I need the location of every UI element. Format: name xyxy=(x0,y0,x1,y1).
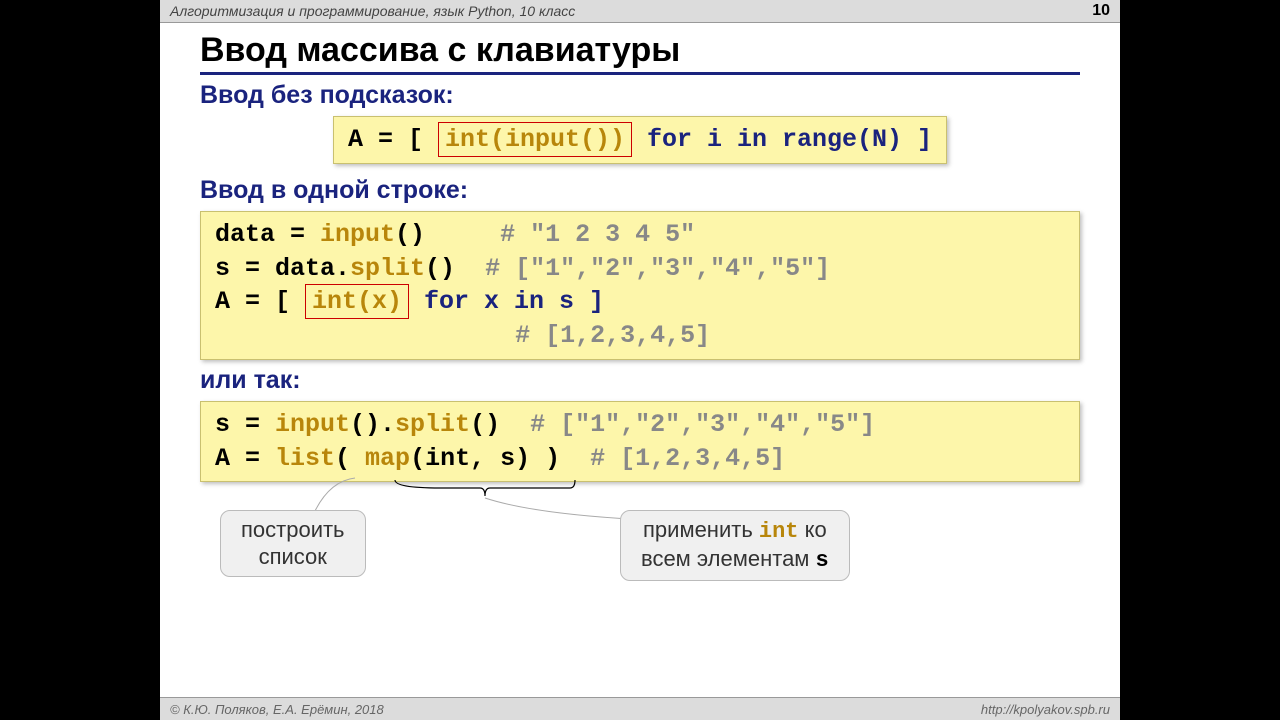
code-block-1: A = [ int(input()) for i in range(N) ] xyxy=(333,116,947,164)
highlighted-expr-1: int(input()) xyxy=(445,125,625,154)
course-label: Алгоритмизация и программирование, язык … xyxy=(170,3,575,19)
slide: Алгоритмизация и программирование, язык … xyxy=(160,0,1120,720)
callout-list: построить список xyxy=(220,510,366,577)
callouts: построить список применить int ко всем э… xyxy=(200,488,1080,588)
content: Ввод массива с клавиатуры Ввод без подск… xyxy=(160,23,1120,588)
footer-url: http://kpolyakov.spb.ru xyxy=(981,702,1110,717)
code-block-2: data = input() # "1 2 3 4 5" s = data.sp… xyxy=(200,211,1080,360)
page-number: 10 xyxy=(1092,2,1110,20)
slide-title: Ввод массива с клавиатуры xyxy=(200,31,1080,75)
header-bar: Алгоритмизация и программирование, язык … xyxy=(160,0,1120,23)
code-block-3: s = input().split() # ["1","2","3","4","… xyxy=(200,401,1080,483)
section2-heading: Ввод в одной строке: xyxy=(200,176,1080,205)
highlighted-expr-2: int(x) xyxy=(312,287,402,316)
brace-icon xyxy=(390,478,580,498)
section1-heading: Ввод без подсказок: xyxy=(200,81,1080,110)
callout-map: применить int ко всем элементам s xyxy=(620,510,850,581)
footer-bar: © К.Ю. Поляков, Е.А. Ерёмин, 2018 http:/… xyxy=(160,697,1120,720)
section3-heading: или так: xyxy=(200,366,1080,395)
copyright: © К.Ю. Поляков, Е.А. Ерёмин, 2018 xyxy=(170,702,384,717)
